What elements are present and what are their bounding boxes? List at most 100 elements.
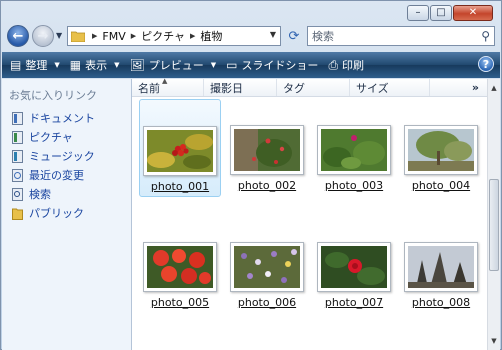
file-name-label: photo_007 xyxy=(324,296,384,309)
printer-icon: ⎙ xyxy=(328,57,339,72)
help-button[interactable]: ? xyxy=(478,56,494,72)
minimize-button[interactable]: – xyxy=(407,5,429,21)
nav-item-label: 最近の変更 xyxy=(29,169,84,182)
public-folder-icon xyxy=(12,207,23,220)
pictures-icon xyxy=(12,130,23,144)
column-tags-label: タグ xyxy=(283,81,305,95)
scroll-down-icon[interactable]: ▼ xyxy=(488,334,500,348)
nav-item-public[interactable]: パブリック xyxy=(12,205,84,221)
column-name-label: 名前 xyxy=(138,81,160,95)
tree-photo-image xyxy=(408,129,474,171)
search-icon[interactable]: ⚲ xyxy=(481,29,490,43)
nav-item-music[interactable]: ミュージック xyxy=(12,148,95,164)
refresh-button[interactable]: ⟳ xyxy=(284,26,304,46)
maximize-button[interactable]: □ xyxy=(430,5,452,21)
column-date-taken[interactable]: 撮影日 xyxy=(204,79,277,96)
slideshow-icon: ▭ xyxy=(226,58,238,72)
view-icon: ▦ xyxy=(69,58,82,72)
file-list-pane: 名前 ▲ 撮影日 タグ サイズ » photo_001 photo_002 ph… xyxy=(132,77,487,350)
arrow-right-icon: → xyxy=(37,28,49,44)
file-tile[interactable]: photo_001 xyxy=(139,99,221,197)
column-date-taken-label: 撮影日 xyxy=(210,81,243,95)
history-dropdown-icon[interactable]: ▼ xyxy=(56,31,62,40)
print-label: 印刷 xyxy=(342,59,365,72)
view-button[interactable]: ▦ 表示 ▼ xyxy=(70,57,120,73)
explorer-window: – □ ✕ ← → ▼ ▶ FMV ▶ ピクチャ ▶ 植物 ▼ ⟳ 検索 ⚲ ▤… xyxy=(0,0,502,350)
organize-label: 整理 xyxy=(25,59,48,72)
nav-item-label: ピクチャ xyxy=(29,131,73,144)
chevron-down-icon: ▼ xyxy=(54,61,60,69)
search-folder-icon xyxy=(12,187,23,201)
navigation-pane: お気に入りリンク ドキュメント ピクチャ ミュージック 最近の変更 検索 パブリ… xyxy=(2,79,132,350)
photo-thumbnail xyxy=(230,125,304,175)
column-name[interactable]: 名前 ▲ xyxy=(132,77,204,96)
column-size[interactable]: サイズ xyxy=(350,79,430,96)
file-tile[interactable]: photo_008 xyxy=(400,216,482,314)
flower-photo-image xyxy=(234,246,300,288)
photo-thumbnail xyxy=(143,242,217,292)
nav-item-label: ミュージック xyxy=(29,150,95,163)
file-tile[interactable]: photo_002 xyxy=(226,99,308,197)
file-tile[interactable]: photo_003 xyxy=(313,99,395,197)
breadcrumb-fmv[interactable]: FMV xyxy=(102,30,125,43)
vertical-scrollbar[interactable]: ▲ ▼ xyxy=(487,79,500,350)
close-button[interactable]: ✕ xyxy=(453,5,493,21)
nav-item-search[interactable]: 検索 xyxy=(12,186,51,202)
photo-thumbnail xyxy=(404,125,478,175)
folder-icon xyxy=(70,30,86,43)
organize-icon: ▤ xyxy=(10,58,22,72)
document-icon xyxy=(12,111,23,125)
command-toolbar: ▤ 整理 ▼ ▦ 表示 ▼ 🖼 プレビュー ▼ ▭ スライドショー ⎙ 印刷 ? xyxy=(2,52,500,78)
slideshow-button[interactable]: ▭ スライドショー xyxy=(226,57,318,73)
nav-item-label: 検索 xyxy=(29,188,51,201)
nav-item-documents[interactable]: ドキュメント xyxy=(12,110,95,126)
photo-thumbnail xyxy=(317,242,391,292)
address-dropdown-icon[interactable]: ▼ xyxy=(270,30,276,39)
file-tile[interactable]: photo_005 xyxy=(139,216,221,314)
music-icon xyxy=(12,149,23,163)
sort-ascending-icon: ▲ xyxy=(162,77,168,85)
nav-item-label: ドキュメント xyxy=(29,112,95,125)
breadcrumb-pictures[interactable]: ピクチャ xyxy=(141,28,185,44)
file-name-label: photo_005 xyxy=(150,296,210,309)
column-tags[interactable]: タグ xyxy=(277,79,350,96)
column-header-row: 名前 ▲ 撮影日 タグ サイズ » xyxy=(132,77,487,97)
slideshow-label: スライドショー xyxy=(241,59,319,72)
file-tile[interactable]: photo_007 xyxy=(313,216,395,314)
file-name-label: photo_006 xyxy=(237,296,297,309)
photo-thumbnail xyxy=(143,126,217,176)
chevron-down-icon: ▼ xyxy=(210,61,217,69)
breadcrumb-plants[interactable]: 植物 xyxy=(200,28,222,44)
column-size-label: サイズ xyxy=(356,81,389,95)
file-tile[interactable]: photo_004 xyxy=(400,99,482,197)
back-button[interactable]: ← xyxy=(7,25,29,47)
nav-item-pictures[interactable]: ピクチャ xyxy=(12,129,73,145)
breadcrumb-separator-icon[interactable]: ▶ xyxy=(92,32,97,40)
file-name-label: photo_004 xyxy=(411,179,471,192)
forward-button[interactable]: → xyxy=(32,25,54,47)
flower-photo-image xyxy=(321,129,387,171)
view-label: 表示 xyxy=(85,59,108,72)
window-controls: – □ ✕ xyxy=(407,5,493,21)
breadcrumb-separator-icon[interactable]: ▶ xyxy=(190,32,195,40)
organize-button[interactable]: ▤ 整理 ▼ xyxy=(10,57,60,73)
preview-label: プレビュー xyxy=(148,59,204,72)
nav-item-recent-changes[interactable]: 最近の変更 xyxy=(12,167,84,183)
photo-thumbnail xyxy=(404,242,478,292)
file-name-label: photo_003 xyxy=(324,179,384,192)
preview-button[interactable]: 🖼 プレビュー ▼ xyxy=(129,57,216,73)
favorite-links-title: お気に入りリンク xyxy=(9,89,97,102)
scrollbar-thumb[interactable] xyxy=(489,179,499,271)
more-columns-button[interactable]: » xyxy=(472,81,479,94)
search-placeholder: 検索 xyxy=(312,30,334,43)
flower-photo-image xyxy=(321,246,387,288)
file-tile[interactable]: photo_006 xyxy=(226,216,308,314)
scroll-up-icon[interactable]: ▲ xyxy=(488,81,500,95)
breadcrumb-separator-icon[interactable]: ▶ xyxy=(131,32,136,40)
flower-photo-image xyxy=(234,129,300,171)
file-name-label: photo_008 xyxy=(411,296,471,309)
search-input[interactable]: 検索 ⚲ xyxy=(307,26,495,46)
preview-icon: 🖼 xyxy=(129,58,145,72)
print-button[interactable]: ⎙ 印刷 xyxy=(328,57,364,73)
address-bar[interactable]: ▶ FMV ▶ ピクチャ ▶ 植物 ▼ xyxy=(67,26,281,46)
